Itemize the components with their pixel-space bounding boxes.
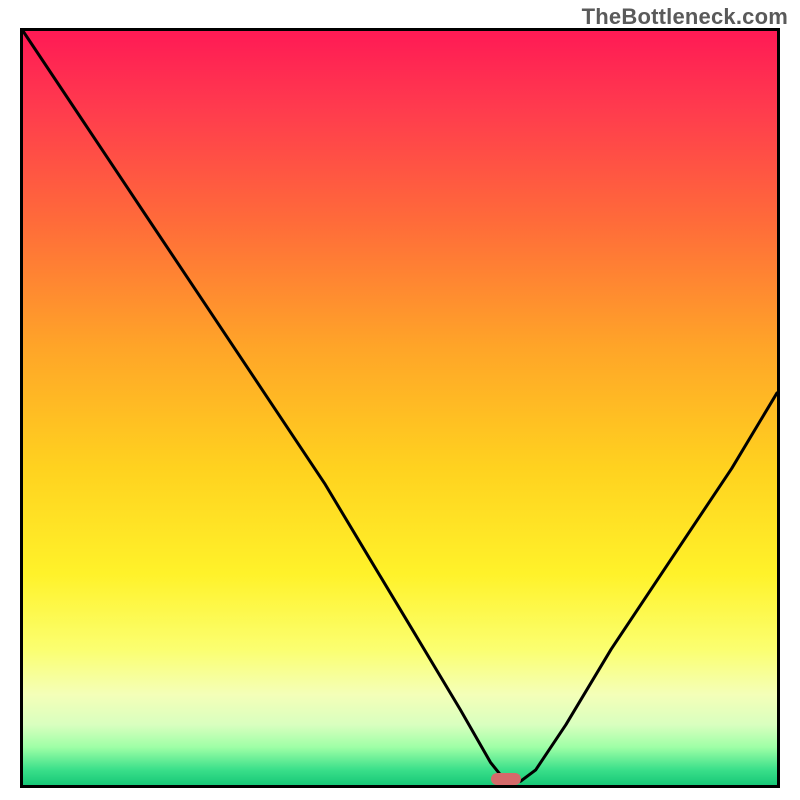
chart-container: TheBottleneck.com	[0, 0, 800, 800]
optimal-point-marker	[491, 773, 521, 785]
plot-area	[20, 28, 780, 788]
watermark-label: TheBottleneck.com	[582, 4, 788, 30]
bottleneck-curve	[23, 31, 777, 785]
